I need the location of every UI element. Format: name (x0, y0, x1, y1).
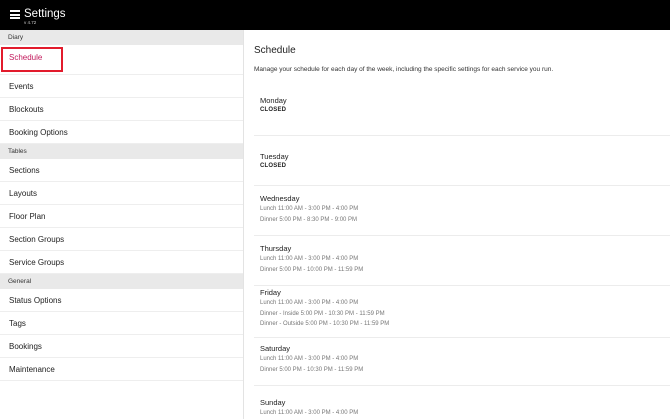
service-item: Dinner 5:00 PM - 10:00 PM - 11:59 PM (260, 266, 364, 273)
sidebar-item-floor-plan[interactable]: Floor Plan (0, 205, 243, 228)
service-item: Lunch 11:00 AM - 3:00 PM - 4:00 PM (260, 410, 359, 416)
day-name: Friday (260, 288, 281, 297)
day-row-tuesday[interactable]: Tuesday CLOSED (254, 136, 670, 186)
sidebar-item-blockouts[interactable]: Blockouts (0, 98, 243, 121)
main-content: Schedule Manage your schedule for each d… (244, 30, 670, 419)
sidebar-item-maintenance[interactable]: Maintenance (0, 358, 243, 381)
app-version: v 4.72 (24, 20, 37, 25)
sidebar-item-schedule[interactable]: Schedule (0, 45, 243, 75)
sidebar-item-layouts[interactable]: Layouts (0, 182, 243, 205)
day-row-saturday[interactable]: Saturday Lunch 11:00 AM - 3:00 PM - 4:00… (254, 338, 670, 386)
hamburger-menu-icon[interactable] (10, 10, 20, 19)
day-row-monday[interactable]: Monday CLOSED (254, 88, 670, 136)
sidebar-item-bookings[interactable]: Bookings (0, 335, 243, 358)
sidebar-item-section-groups[interactable]: Section Groups (0, 228, 243, 251)
service-item: Dinner - Inside 5:00 PM - 10:30 PM - 11:… (260, 310, 385, 317)
sidebar-item-sections[interactable]: Sections (0, 159, 243, 182)
sidebar-item-status-options[interactable]: Status Options (0, 289, 243, 312)
sidebar-item-booking-options[interactable]: Booking Options (0, 121, 243, 144)
sidebar-item-events[interactable]: Events (0, 75, 243, 98)
day-status: CLOSED (260, 107, 287, 113)
day-name: Wednesday (260, 194, 300, 203)
service-item: Lunch 11:00 AM - 3:00 PM - 4:00 PM (260, 356, 359, 362)
day-row-thursday[interactable]: Thursday Lunch 11:00 AM - 3:00 PM - 4:00… (254, 236, 670, 286)
day-name: Thursday (260, 244, 292, 253)
service-item: Dinner 5:00 PM - 10:30 PM - 11:59 PM (260, 366, 364, 373)
day-row-sunday[interactable]: Sunday Lunch 11:00 AM - 3:00 PM - 4:00 P… (254, 386, 670, 420)
sidebar-item-label: Schedule (9, 53, 43, 62)
sidebar-item-tags[interactable]: Tags (0, 312, 243, 335)
day-row-friday[interactable]: Friday Lunch 11:00 AM - 3:00 PM - 4:00 P… (254, 286, 670, 338)
day-name: Monday (260, 96, 287, 105)
page-title: Schedule (254, 45, 296, 56)
day-row-wednesday[interactable]: Wednesday Lunch 11:00 AM - 3:00 PM - 4:0… (254, 186, 670, 236)
service-item: Dinner - Outside 5:00 PM - 10:30 PM - 11… (260, 321, 390, 327)
day-list: Monday CLOSED Tuesday CLOSED Wednesday L… (254, 88, 670, 420)
service-item: Lunch 11:00 AM - 3:00 PM - 4:00 PM (260, 206, 359, 212)
top-bar: Settings v 4.72 (0, 0, 670, 30)
sidebar: Diary Schedule Events Blockouts Booking … (0, 30, 244, 419)
day-name: Saturday (260, 344, 291, 353)
sidebar-item-service-groups[interactable]: Service Groups (0, 251, 243, 274)
day-name: Tuesday (260, 152, 289, 161)
sidebar-section-general: General (0, 274, 243, 289)
sidebar-section-diary: Diary (0, 30, 243, 45)
service-item: Dinner 5:00 PM - 8:30 PM - 9:00 PM (260, 216, 358, 223)
sidebar-section-tables: Tables (0, 144, 243, 159)
page-description: Manage your schedule for each day of the… (254, 66, 554, 73)
day-name: Sunday (260, 398, 286, 407)
app-title: Settings (24, 8, 66, 20)
service-item: Lunch 11:00 AM - 3:00 PM - 4:00 PM (260, 256, 359, 262)
service-item: Lunch 11:00 AM - 3:00 PM - 4:00 PM (260, 300, 359, 306)
day-status: CLOSED (260, 163, 287, 169)
